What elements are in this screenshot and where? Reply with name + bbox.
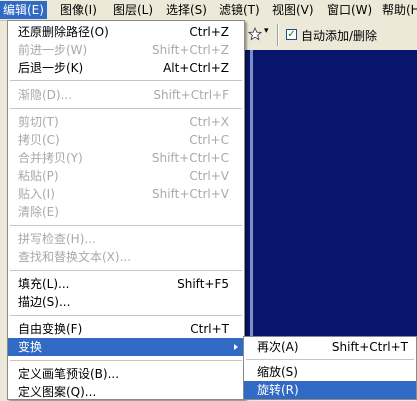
menu-separator	[10, 270, 242, 271]
menu-item-free-transform[interactable]: 自由变换(F) Ctrl+T	[8, 320, 244, 338]
menu-image[interactable]: 图像(I)	[57, 1, 100, 19]
menu-separator	[10, 80, 242, 81]
menu-separator	[10, 108, 242, 109]
menu-item-define-pattern[interactable]: 定义图案(Q)...	[8, 383, 244, 401]
menu-item-paste-into[interactable]: 贴入(I) Shift+Ctrl+V	[8, 185, 244, 203]
auto-add-remove-checkbox[interactable]: ✓	[286, 29, 297, 40]
submenu-arrow-icon	[234, 344, 238, 350]
menu-item-clear[interactable]: 清除(E)	[8, 203, 244, 221]
menu-select[interactable]: 选择(S)	[163, 1, 210, 19]
submenu-item-scale[interactable]: 缩放(S)	[244, 363, 416, 381]
edit-menu: 还原删除路径(O) Ctrl+Z 前进一步(W) Shift+Ctrl+Z 后退…	[7, 20, 245, 400]
menu-edit[interactable]: 编辑(E)	[0, 1, 47, 19]
menu-item-cut[interactable]: 剪切(T) Ctrl+X	[8, 113, 244, 131]
menu-view[interactable]: 视图(V)	[269, 1, 317, 19]
menu-separator	[246, 359, 414, 360]
options-toolbar: ▾ ✓ 自动添加/删除	[240, 20, 417, 50]
menu-item-step-backward[interactable]: 后退一步(K) Alt+Ctrl+Z	[8, 59, 244, 77]
menu-item-copy[interactable]: 拷贝(C) Ctrl+C	[8, 131, 244, 149]
menu-separator	[10, 315, 242, 316]
menu-filter[interactable]: 滤镜(T)	[216, 1, 263, 19]
auto-add-remove-label[interactable]: 自动添加/删除	[301, 27, 377, 44]
menu-item-paste[interactable]: 粘贴(P) Ctrl+V	[8, 167, 244, 185]
canvas-border	[250, 50, 417, 340]
menu-item-copy-merged[interactable]: 合并拷贝(Y) Shift+Ctrl+C	[8, 149, 244, 167]
menu-item-undo[interactable]: 还原删除路径(O) Ctrl+Z	[8, 23, 244, 41]
menu-item-fade[interactable]: 渐隐(D)... Shift+Ctrl+F	[8, 86, 244, 104]
menu-item-check-spelling[interactable]: 拼写检查(H)...	[8, 230, 244, 248]
menu-item-step-forward[interactable]: 前进一步(W) Shift+Ctrl+Z	[8, 41, 244, 59]
menu-separator	[10, 360, 242, 361]
menu-item-stroke[interactable]: 描边(S)...	[8, 293, 244, 311]
submenu-item-rotate[interactable]: 旋转(R)	[244, 381, 416, 399]
menu-window[interactable]: 窗口(W)	[324, 1, 375, 19]
shape-dropdown-icon[interactable]: ▾	[264, 26, 269, 36]
star-shape-icon[interactable]	[248, 27, 262, 41]
menu-bar: 编辑(E) 图像(I) 图层(L) 选择(S) 滤镜(T) 视图(V) 窗口(W…	[0, 0, 417, 21]
menu-item-find-replace-text[interactable]: 查找和替换文本(X)...	[8, 248, 244, 266]
menu-layer[interactable]: 图层(L)	[110, 1, 156, 19]
menu-help[interactable]: 帮助(H)	[379, 1, 417, 19]
menu-separator	[10, 225, 242, 226]
toolbar-divider	[277, 24, 279, 46]
transform-submenu: 再次(A) Shift+Ctrl+T 缩放(S) 旋转(R)	[243, 336, 417, 400]
menu-item-transform[interactable]: 变换	[8, 338, 244, 356]
submenu-item-again[interactable]: 再次(A) Shift+Ctrl+T	[244, 338, 416, 356]
menu-item-fill[interactable]: 填充(L)... Shift+F5	[8, 275, 244, 293]
menu-item-define-brush-preset[interactable]: 定义画笔预设(B)...	[8, 365, 244, 383]
